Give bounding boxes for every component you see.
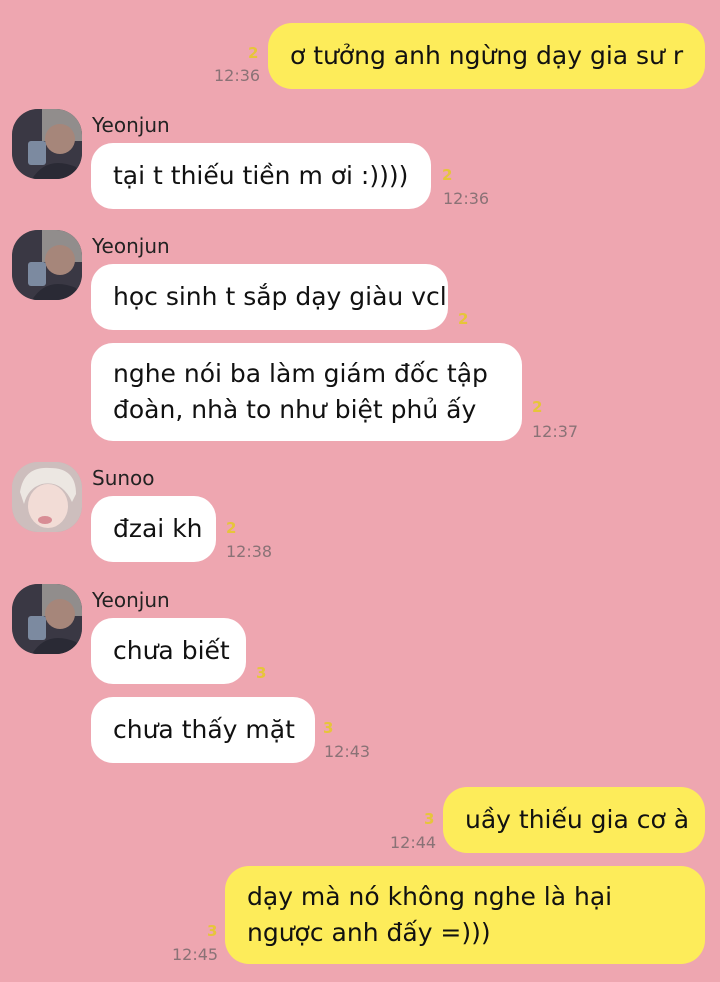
incoming-message[interactable]: chưa thấy mặt — [91, 697, 315, 763]
unread-count: 3 — [256, 664, 267, 682]
sender-name: Yeonjun — [92, 588, 170, 612]
outgoing-message[interactable]: ơ tưởng anh ngừng dạy gia sư r — [268, 23, 705, 89]
message-time: 12:43 — [324, 742, 371, 761]
unread-count: 2 — [226, 519, 237, 537]
incoming-message[interactable]: học sinh t sắp dạy giàu vcl — [91, 264, 448, 330]
unread-count: 3 — [323, 719, 334, 737]
message-time: 12:37 — [532, 422, 579, 441]
sender-name: Sunoo — [92, 466, 155, 490]
unread-count: 2 — [458, 310, 469, 328]
incoming-message[interactable]: đzai kh — [91, 496, 216, 562]
message-time: 12:36 — [214, 66, 261, 85]
unread-count: 2 — [532, 398, 543, 416]
sunoo-avatar[interactable] — [12, 462, 82, 532]
sender-name: Yeonjun — [92, 234, 170, 258]
message-time: 12:36 — [443, 189, 490, 208]
avatar-photo-icon — [12, 584, 82, 654]
avatar-photo-icon — [12, 462, 82, 532]
sender-name: Yeonjun — [92, 113, 170, 137]
yeonjun-avatar[interactable] — [12, 109, 82, 179]
outgoing-message[interactable]: uầy thiếu gia cơ à — [443, 787, 705, 853]
message-time: 12:38 — [226, 542, 273, 561]
unread-count: 3 — [424, 810, 435, 828]
incoming-message[interactable]: nghe nói ba làm giám đốc tập đoàn, nhà t… — [91, 343, 522, 441]
incoming-message[interactable]: chưa biết — [91, 618, 246, 684]
avatar-photo-icon — [12, 109, 82, 179]
avatar-photo-icon — [12, 230, 82, 300]
message-time: 12:45 — [172, 945, 219, 964]
incoming-message[interactable]: tại t thiếu tiền m ơi :)))) — [91, 143, 431, 209]
unread-count: 2 — [442, 166, 453, 184]
unread-count: 2 — [248, 44, 259, 62]
message-time: 12:44 — [390, 833, 437, 852]
yeonjun-avatar[interactable] — [12, 584, 82, 654]
outgoing-message[interactable]: dạy mà nó không nghe là hại ngược anh đấ… — [225, 866, 705, 964]
yeonjun-avatar[interactable] — [12, 230, 82, 300]
unread-count: 3 — [207, 922, 218, 940]
